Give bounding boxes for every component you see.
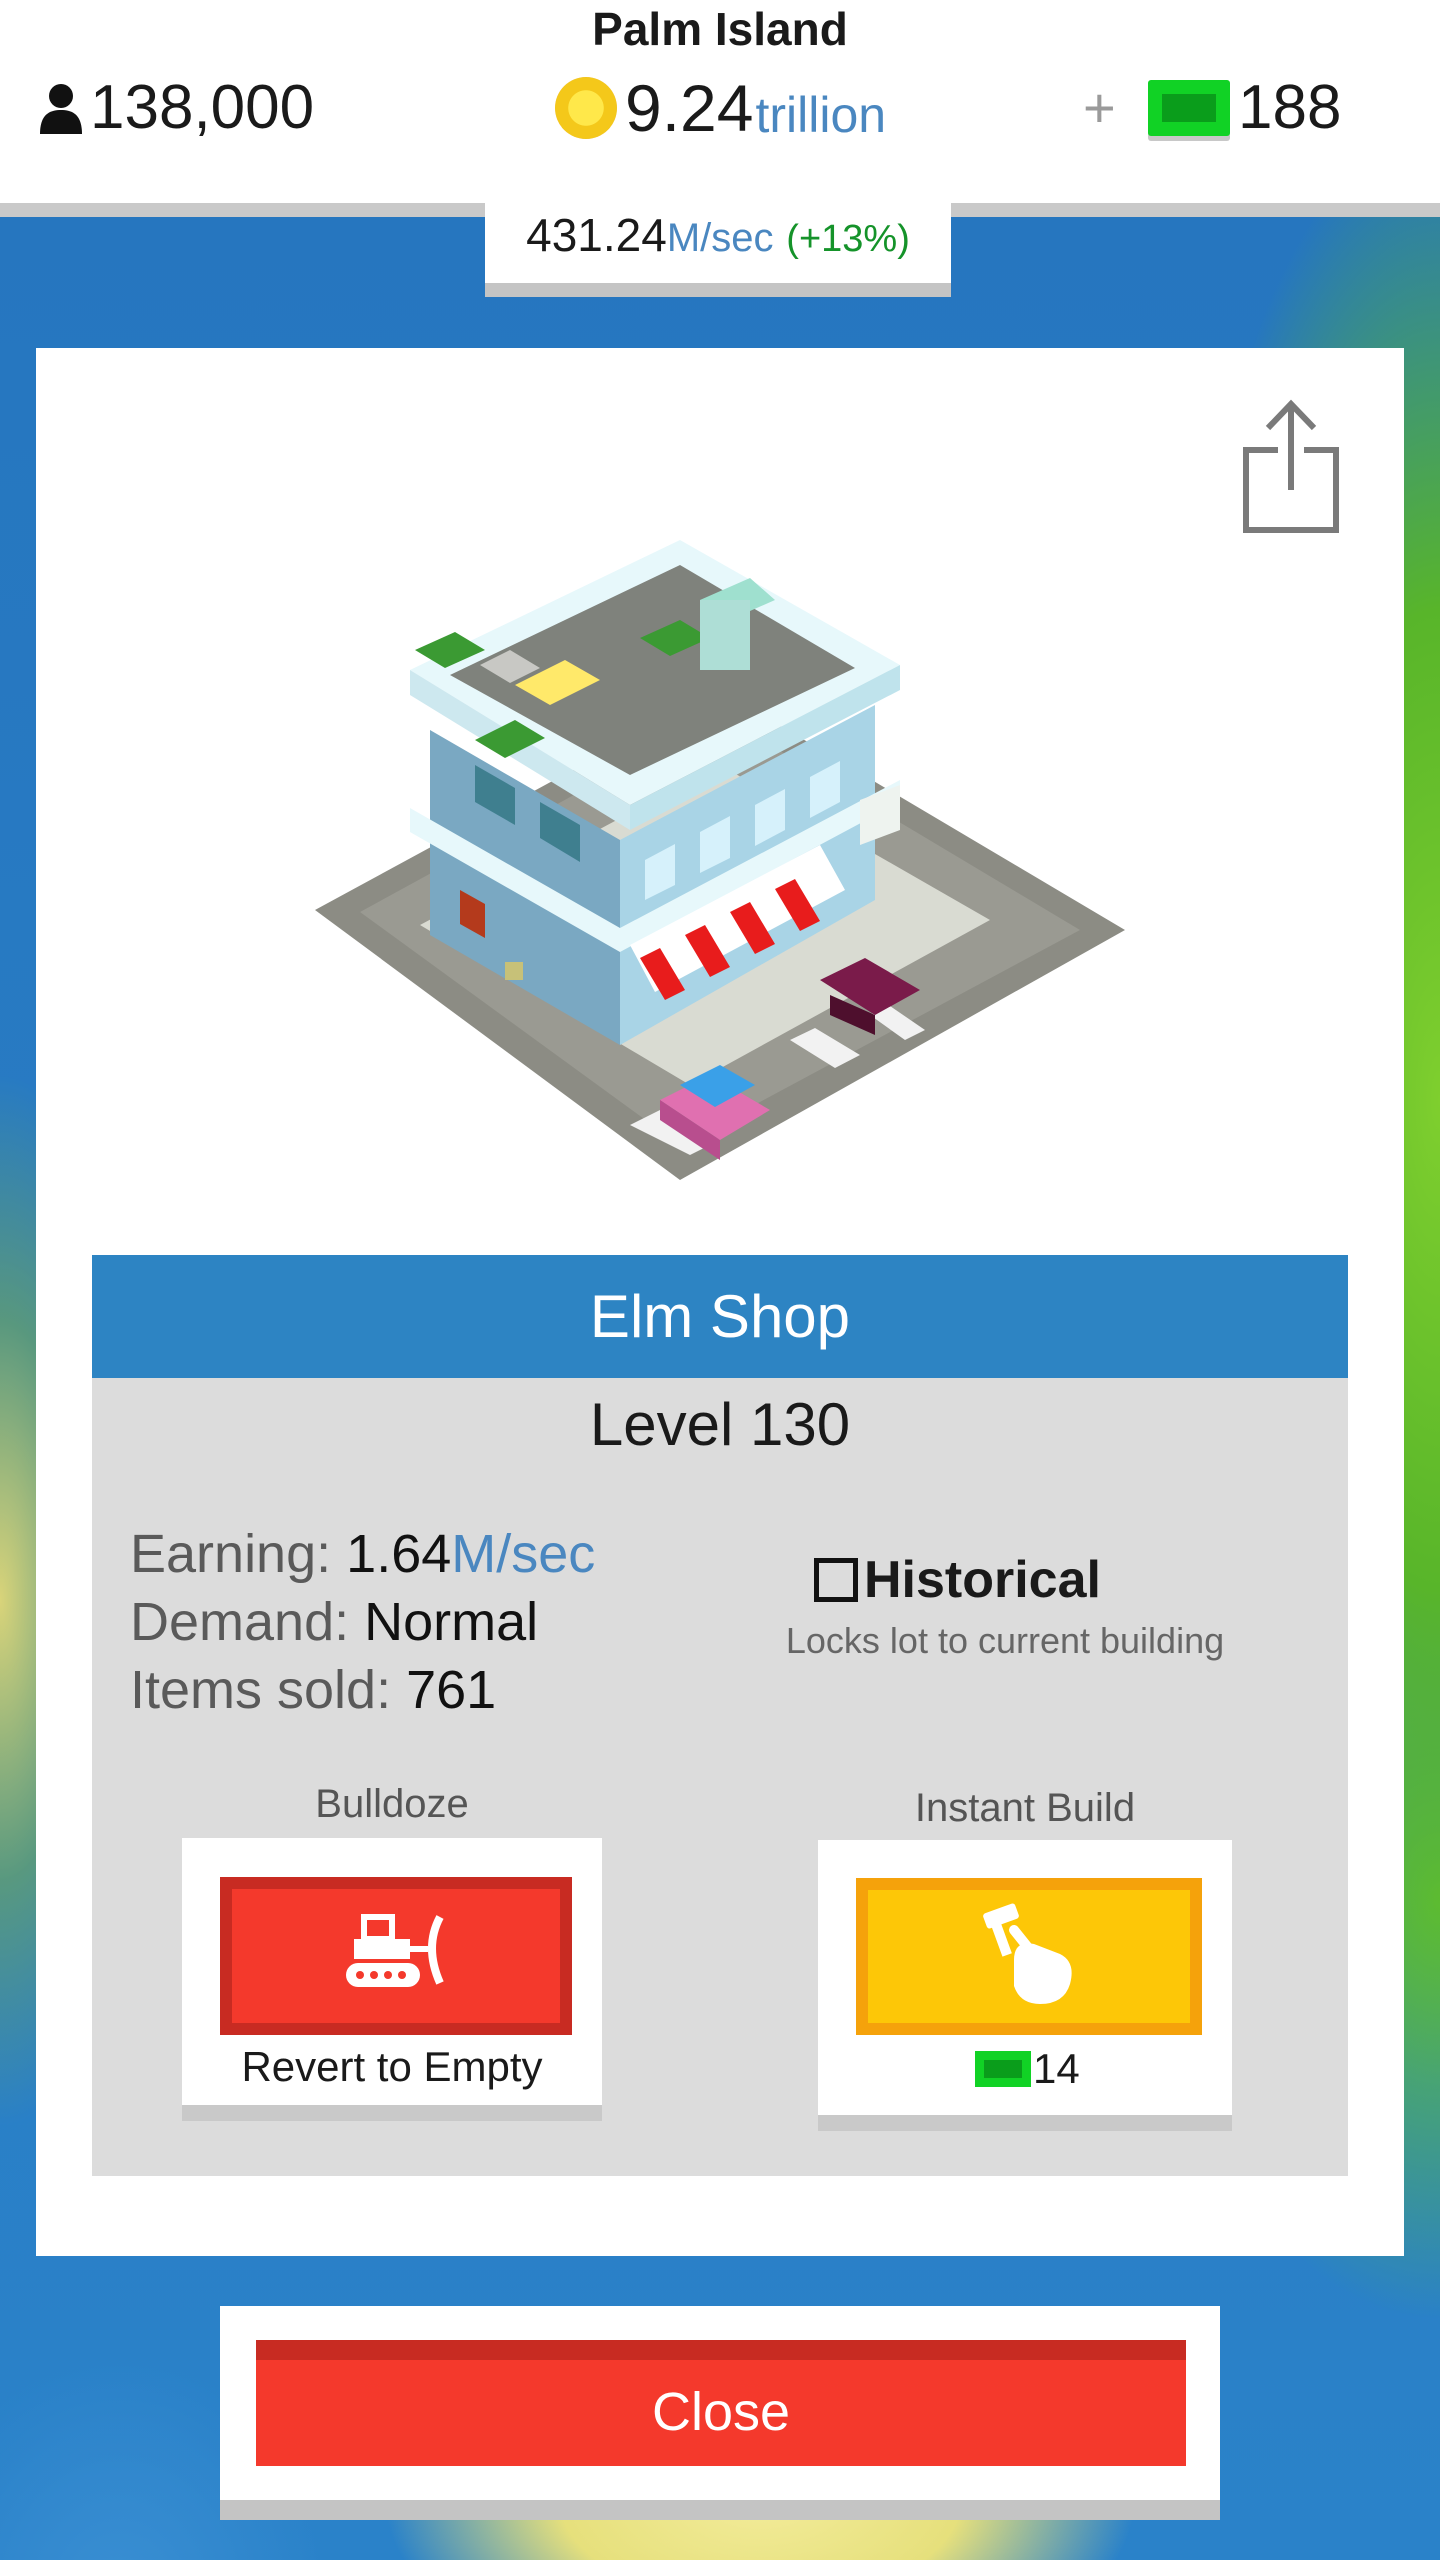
demand-row: Demand: Normal bbox=[130, 1588, 595, 1656]
close-card-shadow bbox=[220, 2500, 1220, 2520]
bucks-counter[interactable]: 188 bbox=[1148, 72, 1341, 143]
bulldoze-button[interactable] bbox=[220, 1877, 572, 2035]
coins-value: 9.24 bbox=[625, 71, 754, 145]
demand-label: Demand: bbox=[130, 1592, 350, 1652]
income-rate-unit: M/sec bbox=[666, 216, 774, 260]
items-sold-value: 761 bbox=[406, 1660, 497, 1720]
bulldozer-icon bbox=[346, 1914, 444, 1987]
population-counter: 138,000 bbox=[38, 72, 314, 143]
person-icon bbox=[40, 83, 82, 134]
bill-icon bbox=[975, 2051, 1031, 2087]
share-icon[interactable] bbox=[1238, 398, 1346, 538]
bulldoze-title: Bulldoze bbox=[315, 1782, 469, 1826]
earning-row: Earning: 1.64M/sec bbox=[130, 1520, 595, 1588]
bucks-value: 188 bbox=[1238, 73, 1342, 142]
population-value: 138,000 bbox=[90, 73, 315, 142]
building-name-bar: Elm Shop bbox=[92, 1255, 1348, 1378]
income-rate: 431.24M/sec (+13%) bbox=[485, 208, 951, 262]
income-rate-value: 431.24 bbox=[526, 209, 667, 261]
revert-to-empty-label: Revert to Empty bbox=[241, 2043, 543, 2090]
close-button-label: Close bbox=[651, 2382, 791, 2442]
instant-build-cost: 14 bbox=[975, 2045, 1080, 2093]
items-sold-label: Items sold: bbox=[130, 1660, 392, 1720]
hammer-hand-icon bbox=[983, 1903, 1072, 2004]
historical-toggle[interactable]: Historical bbox=[814, 1550, 1101, 1610]
coins-counter: 9.24 trillion bbox=[555, 70, 886, 146]
demand-value: Normal bbox=[364, 1592, 539, 1652]
buy-bucks-plus-button[interactable]: + bbox=[1083, 75, 1116, 140]
bill-icon bbox=[1148, 79, 1230, 136]
earning-unit: M/sec bbox=[451, 1524, 596, 1584]
coin-icon bbox=[555, 77, 617, 139]
building-illustration bbox=[315, 540, 1125, 1180]
building-stats: Earning: 1.64M/sec Demand: Normal Items … bbox=[130, 1520, 595, 1724]
island-name: Palm Island bbox=[592, 3, 848, 55]
items-sold-row: Items sold: 761 bbox=[130, 1656, 595, 1724]
instant-build-cost-value: 14 bbox=[1033, 2045, 1080, 2092]
building-level: Level 130 bbox=[589, 1391, 851, 1458]
income-rate-bonus: (+13%) bbox=[786, 218, 910, 260]
historical-description: Locks lot to current building bbox=[785, 1620, 1225, 1661]
instant-build-button[interactable] bbox=[856, 1878, 1202, 2035]
historical-checkbox[interactable] bbox=[814, 1558, 858, 1602]
instant-build-card-shadow bbox=[818, 2115, 1232, 2131]
earning-value: 1.64 bbox=[346, 1524, 452, 1584]
earning-label: Earning: bbox=[130, 1524, 332, 1584]
coins-unit: trillion bbox=[755, 87, 887, 143]
income-rate-tab-shadow bbox=[485, 283, 951, 297]
historical-label: Historical bbox=[864, 1551, 1101, 1609]
bulldoze-card-shadow bbox=[182, 2105, 602, 2121]
instant-build-title: Instant Build bbox=[914, 1786, 1136, 1830]
